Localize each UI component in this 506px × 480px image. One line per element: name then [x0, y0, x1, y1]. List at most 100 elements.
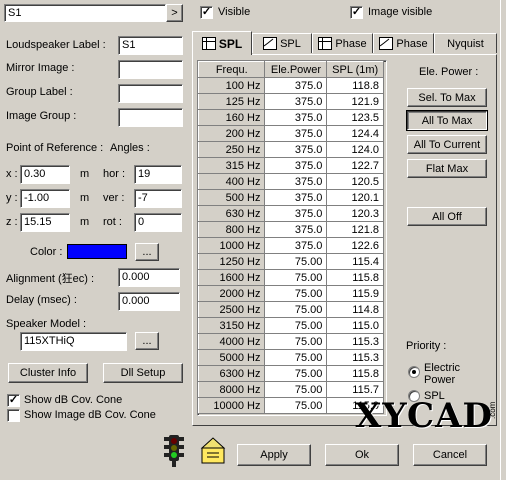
speaker-model-browse-button[interactable]: ...	[135, 332, 159, 350]
electric-power-radio[interactable]	[408, 366, 420, 378]
table-row[interactable]: 2500 Hz 75.00 114.8	[198, 301, 384, 318]
spl-cell[interactable]: 121.8	[326, 221, 384, 238]
delay-input[interactable]: 0.000	[118, 292, 180, 311]
loudspeaker-label-input[interactable]: S1	[118, 36, 183, 55]
tab-phase-table[interactable]: Phase	[312, 33, 373, 53]
cancel-button[interactable]: Cancel	[413, 444, 487, 466]
tab-nyquist[interactable]: Nyquist	[434, 33, 497, 53]
table-row[interactable]: 1250 Hz 75.00 115.4	[198, 253, 384, 270]
y-input[interactable]: -1.00	[20, 189, 70, 208]
ele-power-cell[interactable]: 75.00	[264, 269, 328, 286]
ele-power-cell[interactable]: 375.0	[264, 125, 328, 142]
spl-cell[interactable]: 120.5	[326, 173, 384, 190]
column-header-frequency[interactable]: Frequ.	[198, 61, 266, 78]
column-header-ele-power[interactable]: Ele.Power	[264, 61, 328, 78]
table-row[interactable]: 5000 Hz 75.00 115.3	[198, 349, 384, 366]
ver-input[interactable]: -7	[134, 189, 182, 208]
ele-power-cell[interactable]: 75.00	[264, 381, 328, 398]
ele-power-cell[interactable]: 375.0	[264, 77, 328, 94]
dll-setup-button[interactable]: Dll Setup	[103, 363, 183, 383]
spl-cell[interactable]: 115.0	[326, 317, 384, 334]
table-row[interactable]: 1600 Hz 75.00 115.8	[198, 269, 384, 286]
all-to-current-button[interactable]: All To Current	[407, 135, 487, 154]
ele-power-cell[interactable]: 375.0	[264, 93, 328, 110]
apply-button[interactable]: Apply	[237, 444, 311, 466]
ele-power-cell[interactable]: 75.00	[264, 365, 328, 382]
ok-button[interactable]: Ok	[325, 444, 399, 466]
z-input[interactable]: 15.15	[20, 213, 70, 232]
color-picker-button[interactable]: ...	[135, 243, 159, 261]
ele-power-cell[interactable]: 375.0	[264, 173, 328, 190]
spl-cell[interactable]: 120.3	[326, 205, 384, 222]
ele-power-cell[interactable]: 375.0	[264, 189, 328, 206]
column-header-spl[interactable]: SPL (1m)	[326, 61, 384, 78]
table-row[interactable]: 6300 Hz 75.00 115.8	[198, 365, 384, 382]
spl-cell[interactable]: 124.4	[326, 125, 384, 142]
table-row[interactable]: 100 Hz 375.0 118.8	[198, 77, 384, 94]
table-row[interactable]: 125 Hz 375.0 121.9	[198, 93, 384, 110]
image-visible-checkbox[interactable]: ✓	[350, 6, 363, 19]
ele-power-cell[interactable]: 75.00	[264, 397, 328, 414]
spl-cell[interactable]: 124.0	[326, 141, 384, 158]
spl-cell[interactable]: 115.8	[326, 365, 384, 382]
table-row[interactable]: 160 Hz 375.0 123.5	[198, 109, 384, 126]
show-db-cov-checkbox[interactable]: ✓	[7, 394, 20, 407]
table-row[interactable]: 315 Hz 375.0 122.7	[198, 157, 384, 174]
table-row[interactable]: 400 Hz 375.0 120.5	[198, 173, 384, 190]
speaker-model-input[interactable]: 115XTHiQ	[20, 332, 127, 351]
table-row[interactable]: 800 Hz 375.0 121.8	[198, 221, 384, 238]
ele-power-cell[interactable]: 375.0	[264, 205, 328, 222]
show-image-db-cov-checkbox[interactable]	[7, 409, 20, 422]
ele-power-cell[interactable]: 375.0	[264, 157, 328, 174]
tab-spl-graph[interactable]: SPL	[252, 33, 312, 53]
spl-cell[interactable]: 122.7	[326, 157, 384, 174]
next-speaker-button[interactable]: >	[166, 4, 183, 22]
ele-power-cell[interactable]: 75.00	[264, 301, 328, 318]
tab-spl-table[interactable]: SPL	[192, 31, 252, 55]
table-row[interactable]: 200 Hz 375.0 124.4	[198, 125, 384, 142]
traffic-light-icon[interactable]	[160, 433, 188, 467]
spl-cell[interactable]: 114.8	[326, 301, 384, 318]
spl-cell[interactable]: 115.3	[326, 349, 384, 366]
spl-cell[interactable]: 115.4	[326, 253, 384, 270]
hor-input[interactable]: 19	[134, 165, 182, 184]
color-swatch[interactable]	[67, 244, 127, 259]
ele-power-cell[interactable]: 75.00	[264, 253, 328, 270]
table-row[interactable]: 500 Hz 375.0 120.1	[198, 189, 384, 206]
spl-cell[interactable]: 121.9	[326, 93, 384, 110]
speaker-selector[interactable]: S1	[4, 4, 166, 22]
image-group-input[interactable]	[118, 108, 183, 127]
ele-power-cell[interactable]: 75.00	[264, 317, 328, 334]
ele-power-cell[interactable]: 75.00	[264, 349, 328, 366]
table-row[interactable]: 4000 Hz 75.00 115.3	[198, 333, 384, 350]
spl-cell[interactable]: 115.9	[326, 285, 384, 302]
group-label-input[interactable]	[118, 84, 183, 103]
table-row[interactable]: 1000 Hz 375.0 122.6	[198, 237, 384, 254]
envelope-icon[interactable]	[198, 436, 228, 466]
table-row[interactable]: 2000 Hz 75.00 115.9	[198, 285, 384, 302]
tab-phase-graph[interactable]: Phase	[373, 33, 434, 53]
ele-power-cell[interactable]: 375.0	[264, 109, 328, 126]
spl-cell[interactable]: 123.5	[326, 109, 384, 126]
all-to-max-button[interactable]: All To Max	[406, 110, 488, 131]
ele-power-cell[interactable]: 375.0	[264, 141, 328, 158]
table-row[interactable]: 250 Hz 375.0 124.0	[198, 141, 384, 158]
cluster-info-button[interactable]: Cluster Info	[8, 363, 88, 383]
spl-cell[interactable]: 115.3	[326, 333, 384, 350]
ele-power-cell[interactable]: 75.00	[264, 333, 328, 350]
ele-power-cell[interactable]: 75.00	[264, 285, 328, 302]
spl-cell[interactable]: 118.8	[326, 77, 384, 94]
sel-to-max-button[interactable]: Sel. To Max	[407, 88, 487, 107]
x-input[interactable]: 0.30	[20, 165, 70, 184]
table-row[interactable]: 630 Hz 375.0 120.3	[198, 205, 384, 222]
rot-input[interactable]: 0	[134, 213, 182, 232]
ele-power-cell[interactable]: 375.0	[264, 221, 328, 238]
spl-cell[interactable]: 115.8	[326, 269, 384, 286]
all-off-button[interactable]: All Off	[407, 207, 487, 226]
ele-power-cell[interactable]: 375.0	[264, 237, 328, 254]
alignment-input[interactable]: 0.000	[118, 268, 180, 287]
flat-max-button[interactable]: Flat Max	[407, 159, 487, 178]
spl-cell[interactable]: 120.1	[326, 189, 384, 206]
table-row[interactable]: 3150 Hz 75.00 115.0	[198, 317, 384, 334]
spl-cell[interactable]: 122.6	[326, 237, 384, 254]
